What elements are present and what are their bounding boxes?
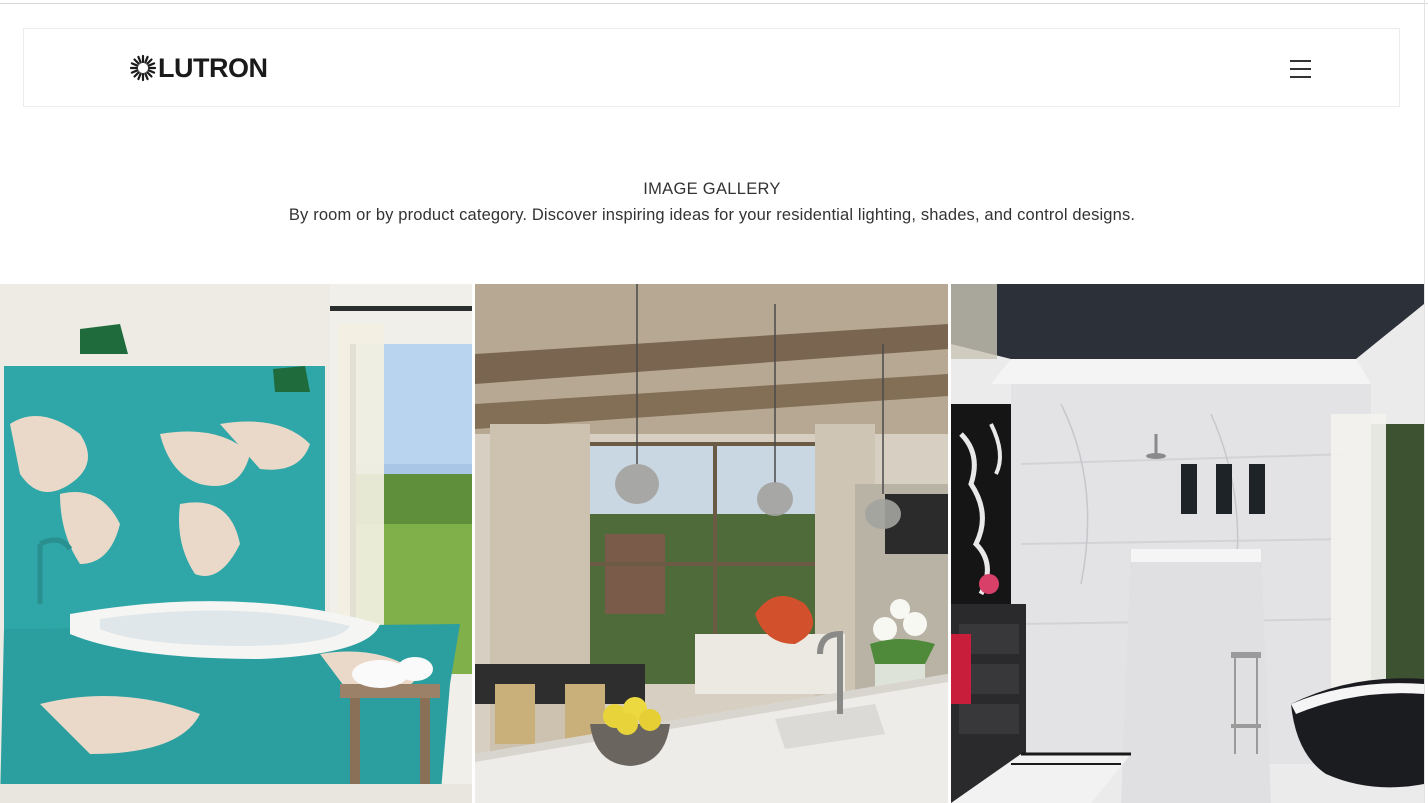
gallery-image-marble-bathroom[interactable] [951, 284, 1424, 803]
lutron-logo[interactable]: LUTRON [130, 53, 268, 83]
gallery-intro: IMAGE GALLERY By room or by product cate… [0, 178, 1424, 226]
logo-text: LUTRON [158, 53, 268, 83]
lutron-sunburst-icon [130, 55, 156, 81]
image-gallery [0, 284, 1424, 803]
gallery-image-bathroom-map[interactable] [0, 284, 472, 803]
top-border [0, 0, 1428, 4]
scrollbar-track[interactable] [1424, 0, 1428, 803]
gallery-image-kitchen-pendants[interactable] [475, 284, 948, 803]
hamburger-menu-icon[interactable] [1290, 59, 1312, 79]
page-description: By room or by product category. Discover… [288, 206, 1136, 224]
page-title: IMAGE GALLERY [643, 180, 781, 198]
site-header: LUTRON [23, 28, 1400, 107]
